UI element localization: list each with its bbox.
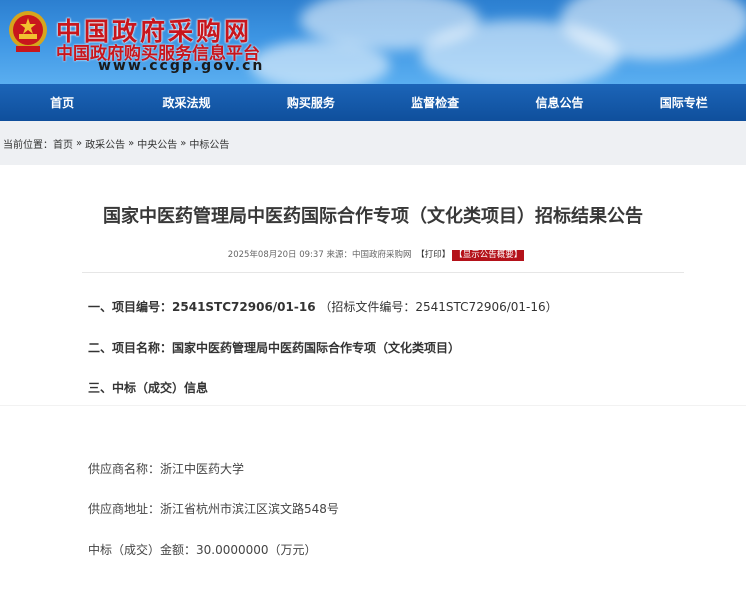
section-project-name: 二、项目名称：国家中医药管理局中医药国际合作专项（文化类项目） [88,339,460,356]
award-amount-label: 中标（成交）金额： [88,543,197,557]
article-meta: 2025年08月20日 09:37 来源：中国政府采购网 【打印】 【显示公告概要… [0,248,746,261]
nav-item-home[interactable]: 首页 [0,84,124,121]
breadcrumb-link-award-notices[interactable]: 中标公告 [189,136,229,151]
breadcrumb-link-procurement-notices[interactable]: 政采公告 [85,136,125,151]
nav-item-supervision[interactable]: 监督检查 [373,84,497,121]
site-header: 中国政府采购网 中国政府购买服务信息平台 www.ccgp.gov.cn [0,0,746,84]
breadcrumb-separator: » [180,137,187,149]
tender-doc-number: （招标文件编号：2541STC72906/01-16） [319,300,558,314]
award-amount-value: 30.0000000（万元） [196,543,317,557]
supplier-name-value: 浙江中医药大学 [160,462,245,476]
article-card [0,165,746,405]
project-name-label: 二、项目名称： [88,341,173,355]
title-divider [82,272,684,273]
breadcrumb: 当前位置： 首页 » 政采公告 » 中央公告 » 中标公告 [0,121,746,165]
breadcrumb-link-home[interactable]: 首页 [53,136,73,151]
nav-item-international[interactable]: 国际专栏 [622,84,746,121]
national-emblem-icon [9,11,47,52]
supplier-name-row: 供应商名称：浙江中医药大学 [88,460,244,477]
show-summary-button[interactable]: 【显示公告概要】 [452,250,525,261]
source-label: 来源： [326,250,352,260]
print-link[interactable]: 【打印】 [416,250,450,260]
supplier-address-label: 供应商地址： [88,502,161,516]
site-url: www.ccgp.gov.cn [98,58,265,74]
nav-item-announcements[interactable]: 信息公告 [497,84,621,121]
award-info-heading: 三、中标（成交）信息 [88,381,209,395]
project-name-value: 国家中医药管理局中医药国际合作专项（文化类项目） [172,341,461,355]
article-title: 国家中医药管理局中医药国际合作专项（文化类项目）招标结果公告 [103,206,643,227]
section-award-info: 三、中标（成交）信息 [88,379,208,396]
breadcrumb-separator: » [128,137,135,149]
nav-item-regulations[interactable]: 政采法规 [124,84,248,121]
supplier-address-value: 浙江省杭州市滨江区滨文路548号 [160,502,339,516]
supplier-name-label: 供应商名称： [88,462,161,476]
breadcrumb-link-central-notices[interactable]: 中央公告 [137,136,177,151]
section-project-number: 一、项目编号：2541STC72906/01-16 （招标文件编号：2541ST… [88,298,558,315]
source-name: 中国政府采购网 [351,250,412,260]
nav-item-purchase-services[interactable]: 购买服务 [249,84,373,121]
publish-datetime: 2025年08月20日 09:37 [227,250,324,260]
breadcrumb-prefix: 当前位置： [3,139,53,151]
project-number-value: 2541STC72906/01-16 [172,300,316,314]
award-amount-row: 中标（成交）金额：30.0000000（万元） [88,541,317,558]
project-number-label: 一、项目编号： [88,300,173,314]
breadcrumb-separator: » [76,137,83,149]
supplier-address-row: 供应商地址：浙江省杭州市滨江区滨文路548号 [88,500,339,517]
main-nav: 首页 政采法规 购买服务 监督检查 信息公告 国际专栏 [0,84,746,121]
